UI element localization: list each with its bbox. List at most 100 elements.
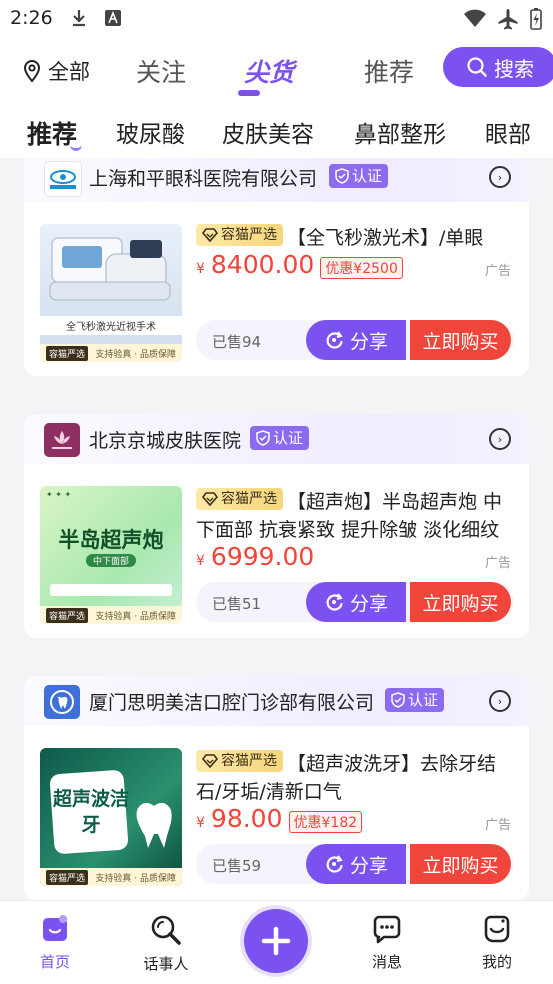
ad-label: 广告	[484, 264, 511, 279]
nav-speakers[interactable]: 话事人	[126, 913, 206, 974]
product-title[interactable]: 容猫严选 【全飞秒激光术】/单眼	[196, 224, 516, 252]
tab-recommend[interactable]: 推荐	[364, 53, 414, 89]
thumb-caption: 容猫严选 支持验真 · 品质保障	[40, 868, 182, 886]
ad-label: 广告	[484, 818, 511, 833]
share-label: 分享	[349, 854, 388, 877]
hospital-header[interactable]: 厦门思明美洁口腔门诊部有限公司 认证 ›	[24, 676, 529, 726]
bottom-navigation: 首页 话事人 消息 我的	[0, 900, 553, 984]
share-icon	[326, 855, 343, 873]
action-row: 已售94 分享 立即购买	[196, 320, 514, 360]
top-navigation: 全部 关注 尖货 推荐 搜索	[0, 38, 553, 100]
category-tab-skin-beauty[interactable]: 皮肤美容	[222, 115, 314, 149]
buy-now-button[interactable]: 立即购买	[410, 320, 511, 360]
sold-count: 已售51	[212, 595, 262, 613]
text-icon	[105, 10, 121, 26]
buy-now-button[interactable]: 立即购买	[410, 582, 511, 622]
price-value: 6999.00	[210, 542, 315, 571]
chevron-right-icon[interactable]: ›	[489, 166, 511, 188]
location-pin-icon	[23, 59, 41, 83]
buy-now-button[interactable]: 立即购买	[410, 844, 511, 884]
product-card[interactable]: 上海和平眼科医院有限公司 认证 › 全飞秒激光近视手术 容猫严选 支持验真 · …	[24, 158, 529, 376]
share-icon	[326, 593, 343, 611]
category-tab-rhinoplasty[interactable]: 鼻部整形	[354, 115, 446, 149]
tab-hot-goods[interactable]: 尖货	[244, 53, 294, 89]
product-title[interactable]: 容猫严选 【超声波洗牙】去除牙结石/牙垢/清新口气	[196, 750, 516, 806]
chat-bubble-icon	[373, 915, 401, 944]
status-bar: 2:26	[0, 0, 553, 38]
thumb-caption-right: 支持验真 · 品质保障	[95, 873, 176, 884]
selection-badge-label: 容猫严选	[221, 753, 277, 769]
download-icon	[73, 10, 85, 27]
product-image[interactable]: 超声波洁牙 容猫严选 支持验真 · 品质保障	[40, 748, 182, 886]
hospital-header[interactable]: 北京京城皮肤医院 认证 ›	[24, 414, 529, 464]
share-button[interactable]: 分享	[306, 582, 406, 622]
certified-badge: 认证	[250, 426, 310, 450]
hospital-logo	[44, 685, 80, 719]
category-tabs: 推荐 玻尿酸 皮肤美容 鼻部整形 眼部	[0, 100, 553, 158]
product-image[interactable]: ✦ ✦ ✦ 半岛超声炮 中下面部 容猫严选 支持验真 · 品质保障	[40, 486, 182, 624]
product-list: 上海和平眼科医院有限公司 认证 › 全飞秒激光近视手术 容猫严选 支持验真 · …	[0, 158, 553, 900]
certified-label: 认证	[408, 691, 439, 709]
tooth-logo-icon	[50, 690, 74, 714]
wifi-icon	[464, 9, 486, 27]
product-title[interactable]: 容猫严选 【超声炮】半岛超声炮 中下面部 抗衰紧致 提升除皱 淡化细纹	[196, 488, 516, 544]
hospital-header[interactable]: 上海和平眼科医院有限公司 认证 ›	[24, 158, 529, 202]
product-card[interactable]: 北京京城皮肤医院 认证 › ✦ ✦ ✦ 半岛超声炮 中下面部 容猫严选 支持验真…	[24, 414, 529, 638]
category-tab-hyaluronic-acid[interactable]: 玻尿酸	[116, 115, 185, 149]
action-row: 已售59 分享 立即购买	[196, 844, 514, 884]
share-button[interactable]: 分享	[306, 320, 406, 360]
sold-count: 已售94	[212, 333, 262, 351]
location-selector[interactable]: 全部	[22, 56, 90, 86]
category-tab-eyes[interactable]: 眼部	[485, 115, 531, 149]
discount-tag: 优惠¥182	[288, 811, 363, 833]
sold-count: 已售59	[212, 857, 262, 875]
shield-check-icon	[391, 692, 405, 708]
active-tab-indicator	[238, 90, 260, 96]
hospital-logo	[44, 161, 82, 197]
status-time: 2:26	[10, 7, 53, 29]
tab-following[interactable]: 关注	[136, 53, 186, 89]
hospital-name: 上海和平眼科医院有限公司	[89, 168, 318, 190]
price-value: 8400.00	[210, 250, 315, 279]
thumb-caption-right: 支持验真 · 品质保障	[95, 611, 176, 622]
category-active-indicator	[70, 140, 82, 151]
chevron-right-icon[interactable]: ›	[489, 428, 511, 450]
profile-face-icon	[484, 915, 510, 943]
price-row: ¥8400.00 优惠¥2500	[196, 250, 403, 279]
selection-badge-label: 容猫严选	[221, 227, 277, 243]
lotus-logo-icon	[52, 431, 72, 449]
shield-check-icon	[256, 430, 270, 446]
thumb-text: 半岛超声炮	[58, 528, 164, 552]
create-post-button[interactable]	[244, 909, 308, 973]
product-card[interactable]: 厦门思明美洁口腔门诊部有限公司 认证 › 超声波洁牙 容猫严选 支持验真 · 品…	[24, 676, 529, 900]
selection-badge: 容猫严选	[196, 488, 283, 510]
product-image[interactable]: 全飞秒激光近视手术 容猫严选 支持验真 · 品质保障	[40, 224, 182, 362]
hospital-name: 厦门思明美洁口腔门诊部有限公司	[89, 692, 375, 714]
eye-logo-icon	[50, 170, 76, 189]
search-button[interactable]: 搜索	[443, 47, 553, 87]
laser-machine-illustration	[49, 237, 171, 301]
selection-badge-label: 容猫严选	[221, 491, 277, 507]
shield-check-icon	[335, 168, 349, 184]
tooth-illustration	[136, 802, 172, 848]
price-row: ¥98.00 优惠¥182	[196, 804, 363, 833]
airplane-icon	[498, 9, 518, 30]
share-button[interactable]: 分享	[306, 844, 406, 884]
chevron-right-icon[interactable]: ›	[489, 690, 511, 712]
price-currency: ¥	[196, 553, 205, 569]
diamond-icon	[202, 492, 218, 506]
battery-icon	[530, 8, 542, 30]
nav-home-label: 首页	[39, 953, 70, 971]
price-currency: ¥	[196, 261, 205, 277]
certified-label: 认证	[273, 429, 304, 447]
nav-messages[interactable]: 消息	[347, 913, 427, 972]
search-icon	[467, 57, 487, 77]
thumb-subtext: 中下面部	[86, 554, 136, 567]
certified-badge: 认证	[329, 164, 389, 188]
nav-home[interactable]: 首页	[15, 913, 95, 972]
thumb-caption-left: 容猫严选	[46, 607, 89, 623]
product-title-text: 【全飞秒激光术】/单眼	[287, 227, 484, 249]
nav-profile[interactable]: 我的	[457, 913, 537, 972]
selection-badge: 容猫严选	[196, 750, 283, 772]
share-label: 分享	[349, 592, 388, 615]
